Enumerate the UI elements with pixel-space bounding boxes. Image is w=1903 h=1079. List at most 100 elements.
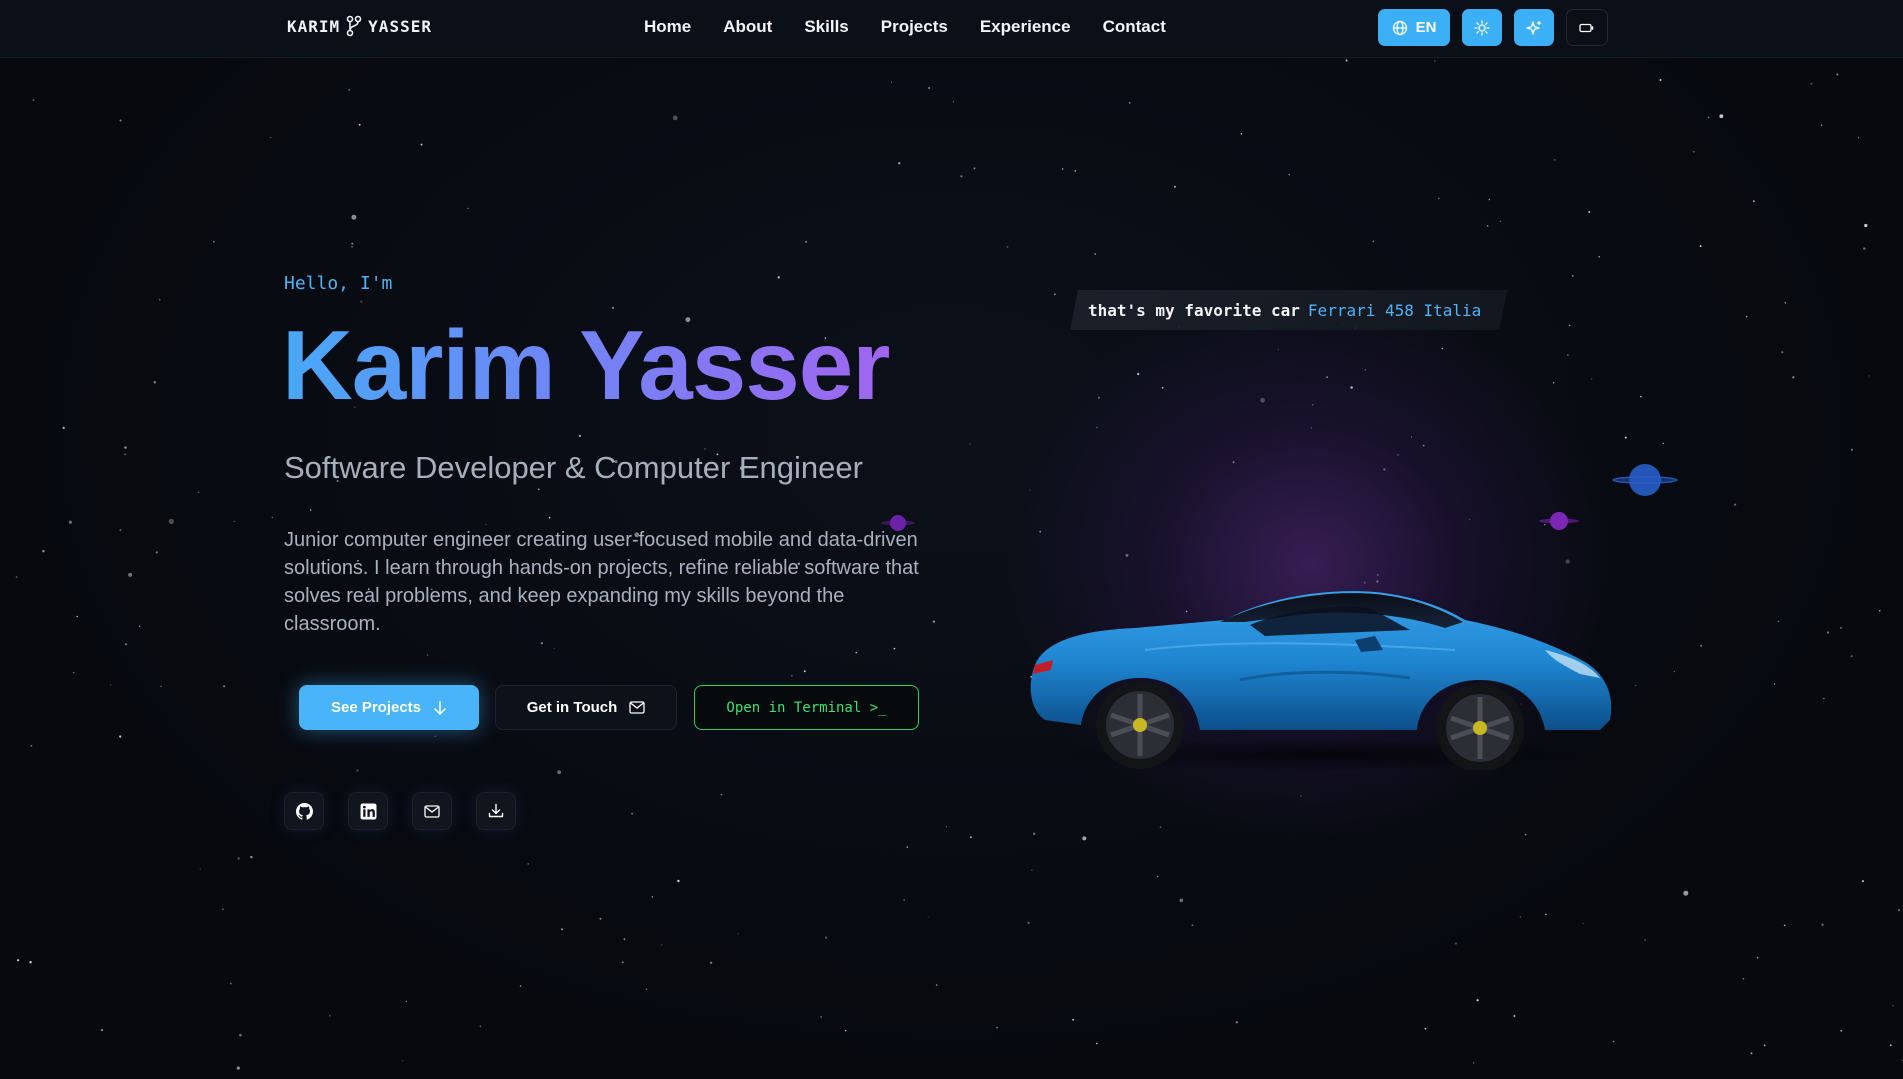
star <box>1826 631 1830 634</box>
star <box>223 685 226 688</box>
star <box>1773 683 1776 685</box>
star <box>1863 247 1866 250</box>
star <box>1734 503 1737 506</box>
nav-link-experience[interactable]: Experience <box>980 17 1071 37</box>
star <box>903 899 905 901</box>
star <box>356 769 359 772</box>
star <box>578 434 582 438</box>
star <box>402 1060 404 1062</box>
star <box>199 868 201 870</box>
star <box>1644 939 1646 941</box>
see-projects-button[interactable]: See Projects <box>299 685 479 730</box>
front-wheel <box>1436 684 1524 770</box>
star <box>1372 240 1374 242</box>
nav-link-home[interactable]: Home <box>644 17 691 37</box>
star <box>124 643 127 646</box>
star <box>1752 200 1755 203</box>
star <box>1892 1005 1894 1007</box>
star <box>236 1066 240 1070</box>
star <box>1777 620 1779 622</box>
git-branch-icon <box>346 15 362 37</box>
star <box>358 123 361 126</box>
star <box>420 143 423 146</box>
logo-text-second: YASSER <box>368 16 432 36</box>
star <box>1821 923 1824 926</box>
star <box>623 938 626 940</box>
battery-icon <box>1579 23 1594 32</box>
star <box>1424 1027 1427 1030</box>
nav-link-skills[interactable]: Skills <box>804 17 848 37</box>
language-toggle-button[interactable]: EN <box>1378 9 1450 46</box>
star <box>540 642 543 645</box>
star <box>1486 225 1489 227</box>
download-icon <box>488 803 504 818</box>
star <box>1513 1015 1516 1017</box>
star <box>329 1015 331 1017</box>
star <box>790 674 793 677</box>
star <box>631 813 633 815</box>
star <box>233 520 235 523</box>
theme-toggle-button[interactable] <box>1462 9 1502 46</box>
caption-highlight: Ferrari 458 Italia <box>1307 300 1482 320</box>
star <box>1673 671 1675 673</box>
github-link[interactable] <box>284 792 324 830</box>
star <box>1792 376 1795 379</box>
star <box>1719 114 1724 119</box>
effects-toggle-button[interactable] <box>1514 9 1554 46</box>
star <box>250 855 253 859</box>
nav-link-about[interactable]: About <box>723 17 772 37</box>
star <box>1235 1021 1238 1024</box>
star <box>824 936 828 939</box>
star <box>898 162 901 165</box>
car-caption: that's my favorite car Ferrari 458 Itali… <box>1070 290 1507 330</box>
star <box>1568 324 1571 327</box>
star <box>645 988 648 990</box>
star <box>62 426 65 429</box>
download-cv-link[interactable] <box>476 792 516 830</box>
star <box>1659 79 1662 81</box>
hero-role: Software Developer & Computer Engineer <box>284 450 863 485</box>
star <box>119 529 122 532</box>
star <box>1074 170 1076 172</box>
star <box>1499 220 1502 222</box>
star <box>709 961 713 964</box>
star <box>1454 942 1457 945</box>
star <box>1763 1044 1766 1047</box>
star <box>1571 274 1574 277</box>
open-terminal-button[interactable]: Open in Terminal >_ <box>694 685 919 730</box>
star <box>1783 924 1786 927</box>
star <box>237 857 240 860</box>
star <box>1624 436 1627 439</box>
get-in-touch-label: Get in Touch <box>526 699 618 716</box>
star <box>1582 923 1584 925</box>
nav-link-contact[interactable]: Contact <box>1103 17 1166 37</box>
ferrari-car-image <box>1030 591 1615 770</box>
star <box>128 572 133 577</box>
star <box>1094 253 1096 255</box>
star <box>405 1000 407 1002</box>
site-logo[interactable]: KARIM YASSER <box>287 15 432 37</box>
star <box>119 119 122 122</box>
star <box>309 509 312 511</box>
star <box>527 863 529 865</box>
star <box>100 1028 104 1032</box>
star <box>467 207 469 210</box>
star <box>1095 1042 1098 1045</box>
star <box>557 770 561 775</box>
star <box>1438 197 1440 199</box>
linkedin-icon <box>360 803 376 819</box>
star <box>1476 999 1479 1002</box>
star <box>599 917 602 920</box>
email-link[interactable] <box>412 792 452 830</box>
arrow-down-icon <box>434 700 446 715</box>
globe-icon <box>1392 20 1407 35</box>
hero-bio: Junior computer engineer creating user-f… <box>284 529 919 635</box>
nav-link-projects[interactable]: Projects <box>881 17 948 37</box>
star <box>1434 60 1436 62</box>
blue-planet-icon <box>1612 464 1678 496</box>
battery-mode-button[interactable] <box>1566 9 1608 46</box>
star <box>68 520 72 524</box>
linkedin-link[interactable] <box>348 792 388 830</box>
get-in-touch-button[interactable]: Get in Touch <box>495 685 677 730</box>
star <box>29 961 32 964</box>
